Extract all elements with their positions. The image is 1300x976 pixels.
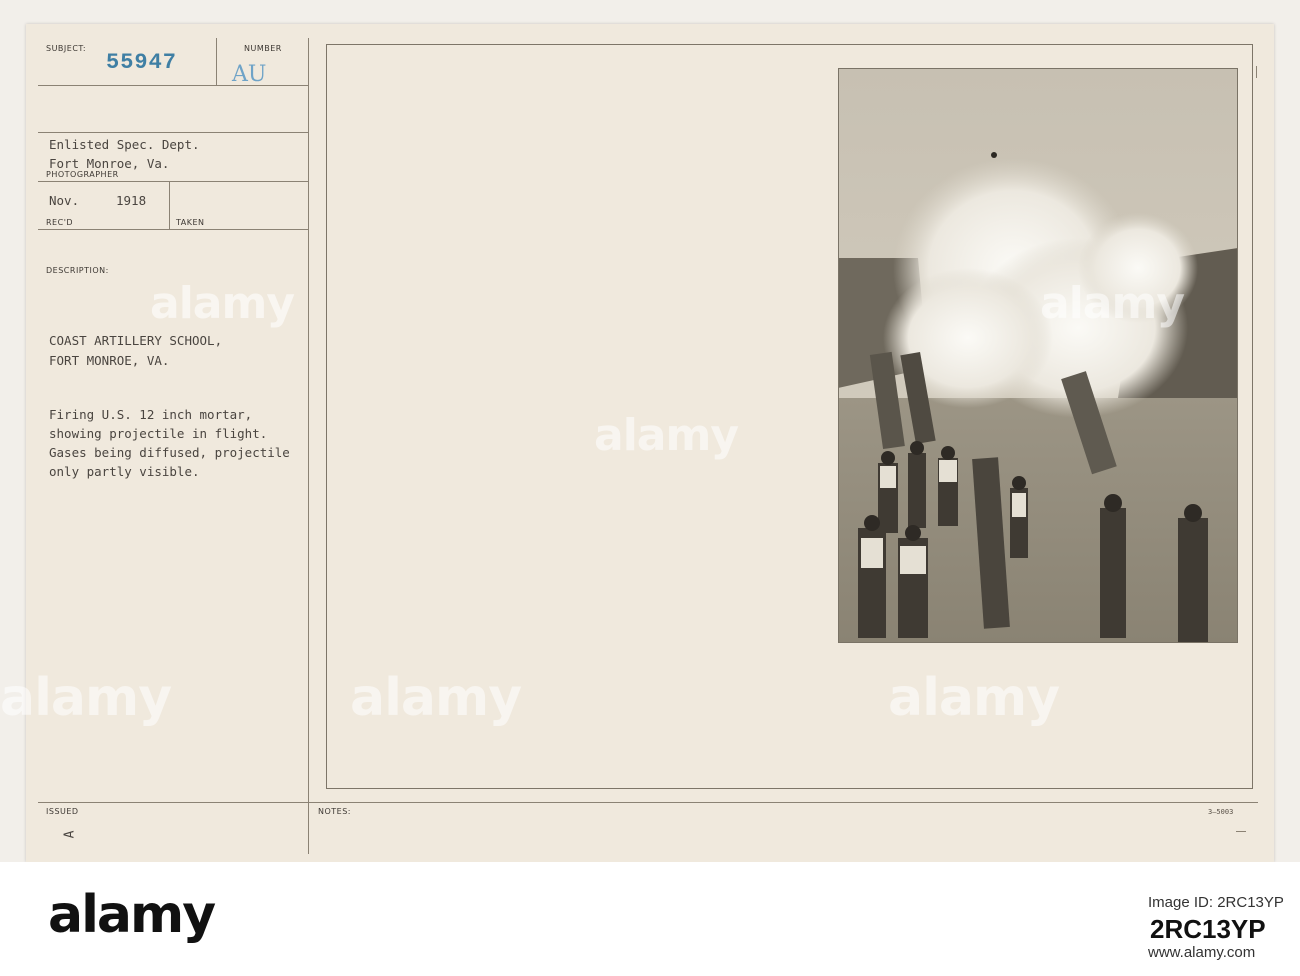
watermark-photo: alamy: [1040, 278, 1185, 329]
description-line-4: showing projectile in flight.: [49, 426, 268, 441]
subject-label: SUBJECT:: [46, 44, 87, 53]
vertical-divider-recd: [169, 182, 170, 229]
vertical-divider-number: [216, 38, 217, 86]
description-label: DESCRIPTION:: [46, 266, 109, 275]
horizontal-rule-issued: [38, 802, 1258, 803]
horizontal-rule-photographer-top: [38, 132, 308, 133]
recd-month: Nov.: [49, 193, 80, 208]
issued-label: ISSUED: [46, 807, 79, 816]
taken-label: TAKEN: [176, 218, 205, 227]
description-line-5: Gases being diffused, projectile: [49, 445, 290, 460]
watermark-bottom-left: alamy: [0, 668, 172, 728]
horizontal-rule-recd: [38, 229, 308, 230]
form-number: 3—5003: [1208, 808, 1234, 816]
image-id-label: Image ID: 2RC13YP: [1148, 894, 1284, 911]
description-line-3: Firing U.S. 12 inch mortar,: [49, 407, 253, 422]
photographer-line-1: Enlisted Spec. Dept.: [49, 137, 200, 152]
image-id: 2RC13YP: [1150, 914, 1266, 944]
watermark-bottom-middle: alamy: [350, 668, 522, 728]
description-line-1: COAST ARTILLERY SCHOOL,: [49, 333, 223, 348]
photographer-label: PHOTOGRAPHER: [46, 170, 119, 179]
subject-number-stamp: 55947: [106, 50, 178, 75]
number-code-stamp: AU: [232, 62, 267, 87]
right-edge-mark: [1256, 66, 1257, 78]
watermark-center: alamy: [594, 410, 739, 461]
issued-mark: A: [62, 830, 78, 839]
right-dash-mark: [1236, 831, 1246, 832]
site-url[interactable]: www.alamy.com: [1148, 944, 1255, 961]
mortar-photograph-illustration: [838, 68, 1238, 643]
notes-label: NOTES:: [318, 807, 351, 816]
horizontal-rule-subject: [38, 85, 308, 86]
description-line-6: only partly visible.: [49, 464, 200, 479]
watermark-bottom-right: alamy: [888, 668, 1060, 728]
number-label: NUMBER: [244, 44, 282, 53]
description-line-2: FORT MONROE, VA.: [49, 353, 170, 368]
recd-label: REC'D: [46, 218, 74, 227]
recd-year: 1918: [116, 193, 147, 208]
watermark-top-left: alamy: [150, 278, 295, 329]
vertical-divider-left: [308, 38, 309, 854]
alamy-logo[interactable]: alamy: [48, 885, 216, 945]
mortar-photograph: [838, 68, 1238, 643]
horizontal-rule-photographer: [38, 181, 308, 182]
